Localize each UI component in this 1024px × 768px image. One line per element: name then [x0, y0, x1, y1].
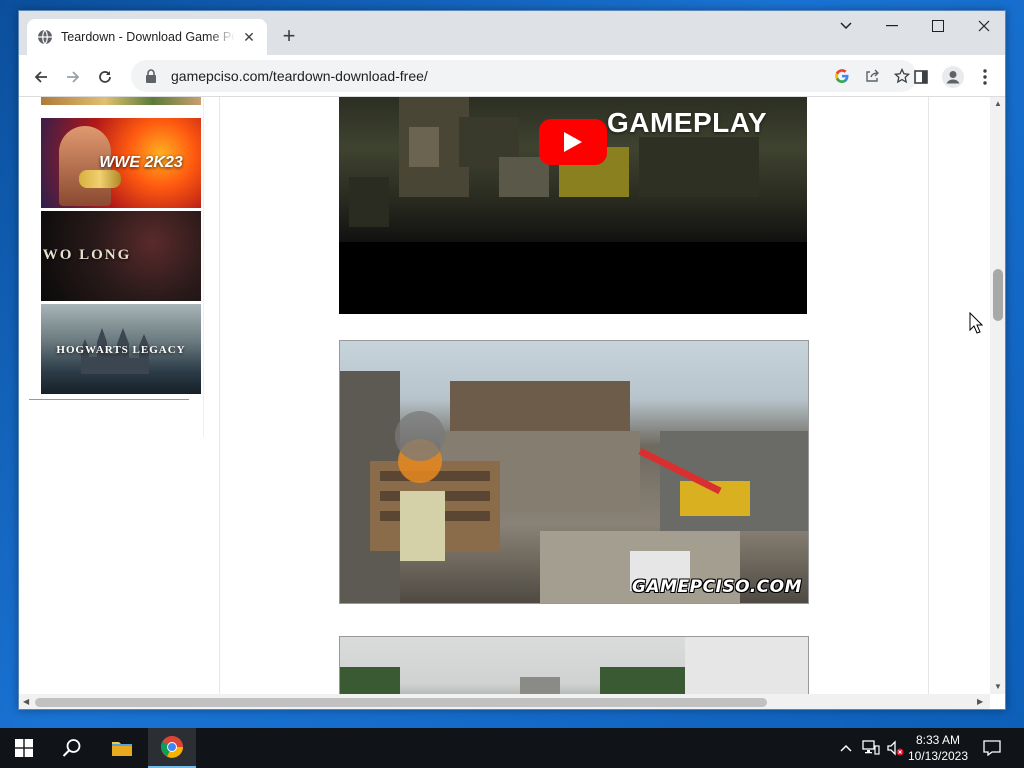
- tab-close-icon[interactable]: ✕: [241, 29, 257, 45]
- network-button[interactable]: [860, 728, 882, 768]
- new-tab-button[interactable]: +: [277, 25, 301, 49]
- vertical-scrollbar[interactable]: ▲ ▼: [990, 97, 1005, 694]
- tab-strip: Teardown - Download Game PC Iso ✕ +: [19, 11, 1005, 55]
- tab-search-button[interactable]: [823, 11, 869, 41]
- chevron-up-icon: [840, 744, 852, 752]
- search-icon: [62, 739, 81, 757]
- arrow-left-icon: [34, 71, 47, 83]
- play-icon: [564, 132, 582, 152]
- arrow-right-icon: [67, 71, 80, 83]
- start-button[interactable]: [0, 728, 48, 768]
- content-divider-left: [219, 97, 220, 694]
- avatar-icon: [942, 66, 964, 88]
- horizontal-scrollbar[interactable]: ◀ ▶: [19, 694, 990, 709]
- scroll-right-arrow-icon[interactable]: ▶: [977, 697, 983, 706]
- kebab-menu-icon: [983, 69, 987, 85]
- menu-button[interactable]: [971, 63, 999, 91]
- back-button[interactable]: [27, 63, 55, 91]
- maximize-icon: [932, 20, 944, 32]
- minimize-button[interactable]: [869, 11, 915, 41]
- scroll-up-arrow-icon[interactable]: ▲: [994, 99, 1002, 108]
- video-title: GAMEPLAY: [607, 107, 768, 138]
- watermark: GAMEPCISO.COM: [631, 577, 802, 597]
- horizontal-scroll-thumb[interactable]: [35, 698, 767, 707]
- minimize-icon: [886, 25, 898, 27]
- chevron-down-icon: [840, 22, 852, 30]
- gameplay-video-embed[interactable]: GAMEPLAY: [339, 97, 807, 314]
- game-screenshot-2[interactable]: [339, 636, 809, 694]
- tray-overflow-button[interactable]: [836, 728, 856, 768]
- clock[interactable]: 8:33 AM 10/13/2023: [902, 732, 974, 764]
- thumbnail-label: WWE 2K23: [99, 154, 183, 171]
- taskbar: 8:33 AM 10/13/2023: [0, 728, 1024, 768]
- game-screenshot-1[interactable]: GAMEPCISO.COM: [339, 340, 809, 604]
- sidebar-divider: [29, 399, 189, 400]
- championship-belt: [79, 170, 121, 188]
- forward-button[interactable]: [59, 63, 87, 91]
- share-icon[interactable]: [857, 61, 887, 91]
- browser-window: Teardown - Download Game PC Iso ✕ +: [18, 10, 1006, 710]
- tab-teardown[interactable]: Teardown - Download Game PC Iso ✕: [27, 19, 267, 55]
- thumbnail-hogwarts-legacy[interactable]: HOGWARTS LEGACY: [41, 304, 201, 394]
- scroll-left-arrow-icon[interactable]: ◀: [23, 697, 29, 706]
- close-window-button[interactable]: [961, 11, 1005, 41]
- reload-icon: [99, 71, 111, 83]
- network-icon: [862, 740, 880, 755]
- thumbnail-cropped[interactable]: [41, 97, 201, 105]
- notification-icon: [983, 740, 1001, 756]
- search-button[interactable]: [48, 728, 96, 768]
- browser-toolbar: gamepciso.com/teardown-download-free/: [19, 55, 1005, 97]
- tab-title: Teardown - Download Game PC Iso: [61, 30, 235, 44]
- chrome-taskbar-button[interactable]: [148, 728, 196, 768]
- lock-icon[interactable]: [145, 69, 159, 83]
- maximize-button[interactable]: [915, 11, 961, 41]
- vertical-scroll-thumb[interactable]: [993, 269, 1003, 321]
- chrome-icon: [161, 736, 183, 758]
- google-lens-icon[interactable]: [827, 61, 857, 91]
- thumbnail-label: HOGWARTS LEGACY: [56, 344, 186, 356]
- clock-date: 10/13/2023: [907, 749, 969, 763]
- page-viewport: WWE 2K23 WO LONG HOGWARTS LEGACY GAMEPLA…: [19, 97, 990, 694]
- content-divider-right: [928, 97, 929, 694]
- screenshot-scene: [340, 637, 808, 694]
- url-text[interactable]: gamepciso.com/teardown-download-free/: [171, 68, 827, 84]
- side-panel-icon: [914, 70, 928, 84]
- clock-time: 8:33 AM: [915, 733, 961, 747]
- close-icon: [978, 20, 990, 32]
- thumbnail-wwe-2k23[interactable]: WWE 2K23: [41, 118, 201, 208]
- globe-icon: [37, 29, 53, 45]
- youtube-play-button[interactable]: [539, 119, 607, 165]
- notification-button[interactable]: [978, 728, 1006, 768]
- profile-button[interactable]: [939, 63, 967, 91]
- mouse-cursor-icon: [969, 312, 983, 334]
- folder-icon: [112, 742, 132, 756]
- sidebar: WWE 2K23 WO LONG HOGWARTS LEGACY: [19, 97, 204, 437]
- address-bar[interactable]: gamepciso.com/teardown-download-free/: [131, 60, 917, 92]
- screenshot-scene: [340, 371, 808, 603]
- reload-button[interactable]: [91, 63, 119, 91]
- windows-logo-icon: [15, 739, 33, 757]
- file-explorer-button[interactable]: [98, 728, 146, 768]
- thumbnail-label: WO LONG: [42, 247, 132, 263]
- thumbnail-wo-long[interactable]: WO LONG: [41, 211, 201, 301]
- scroll-down-arrow-icon[interactable]: ▼: [994, 682, 1002, 691]
- side-panel-button[interactable]: [907, 63, 935, 91]
